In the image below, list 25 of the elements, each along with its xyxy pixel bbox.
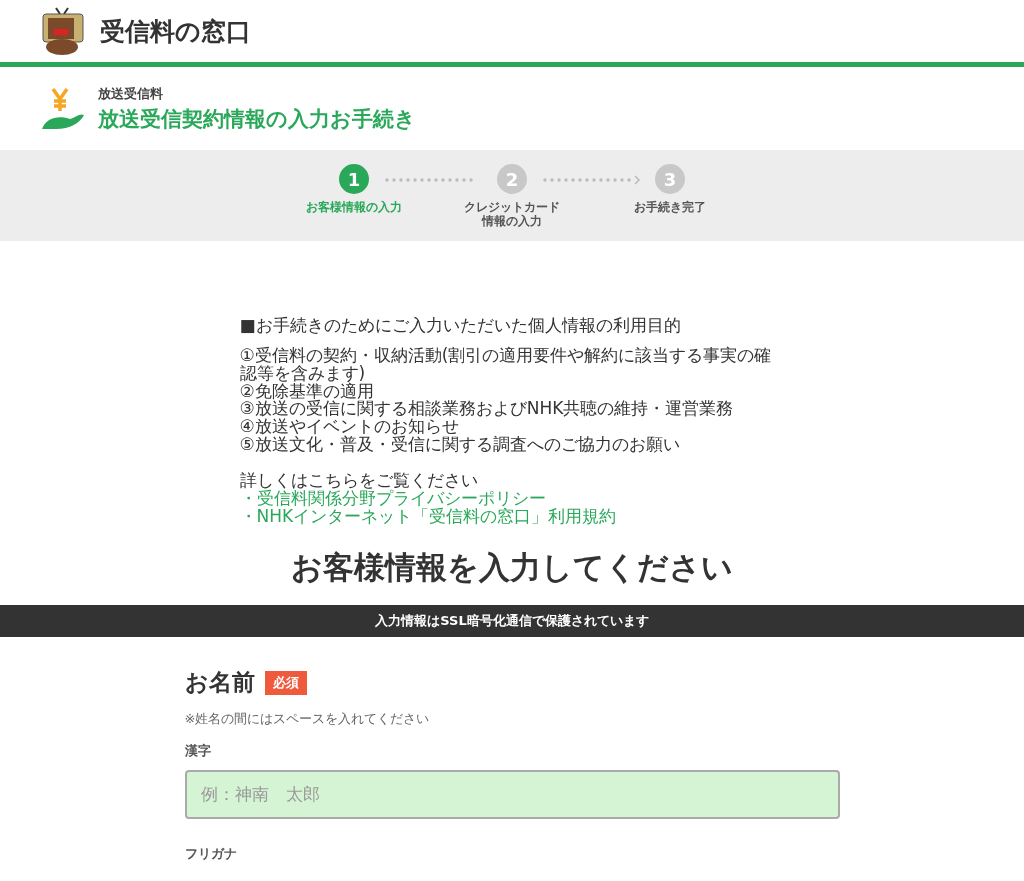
name-input-field[interactable]: 例：神南 太郎: [184, 770, 840, 820]
category-label: 放送受信料: [98, 84, 164, 103]
purpose-item: ②免除基準の適用: [239, 382, 374, 401]
purpose-item: ③放送の受信に関する相談業務およびNHK共聴の維持・運営業務: [239, 400, 735, 419]
purpose-item: ①受信料の契約・収納活動(割引の適用要件や解約に該当する事実の確認等を含みます): [239, 346, 773, 383]
step-label: お手続き完了: [634, 200, 706, 215]
step-label: 情報の入力: [482, 214, 542, 229]
name-note: ※姓名の間にはスペースを入れてください: [184, 710, 431, 729]
field-label: 漢字: [184, 742, 212, 761]
step-label: お客様情報の入力: [306, 200, 402, 215]
step-number: 1: [339, 164, 369, 194]
privacy-heading: ■お手続きのためにご入力いただいた個人情報の利用目的: [239, 317, 682, 335]
site-title: 受信料の窓口: [100, 15, 251, 48]
required-badge: 必須: [264, 670, 307, 695]
details-text: 詳しくはこちらをご覧ください: [239, 471, 479, 490]
page-title: 放送受信契約情報の入力お手続き: [98, 105, 416, 133]
form-heading: お客様情報を入力してください: [290, 548, 734, 588]
step-label: クレジットカード: [464, 200, 560, 215]
step-connector-icon: [541, 175, 641, 185]
yen-hand-icon: [40, 86, 86, 131]
mascot-drawing: [40, 7, 86, 55]
purpose-item: ⑤放送文化・普及・受信に関する調査へのご協力のお願い: [239, 436, 681, 454]
ssl-notice-bar: 入力情報はSSL暗号化通信で保護されています: [0, 605, 1024, 638]
field-label: フリガナ: [184, 845, 238, 864]
section-title: お名前: [184, 668, 255, 698]
